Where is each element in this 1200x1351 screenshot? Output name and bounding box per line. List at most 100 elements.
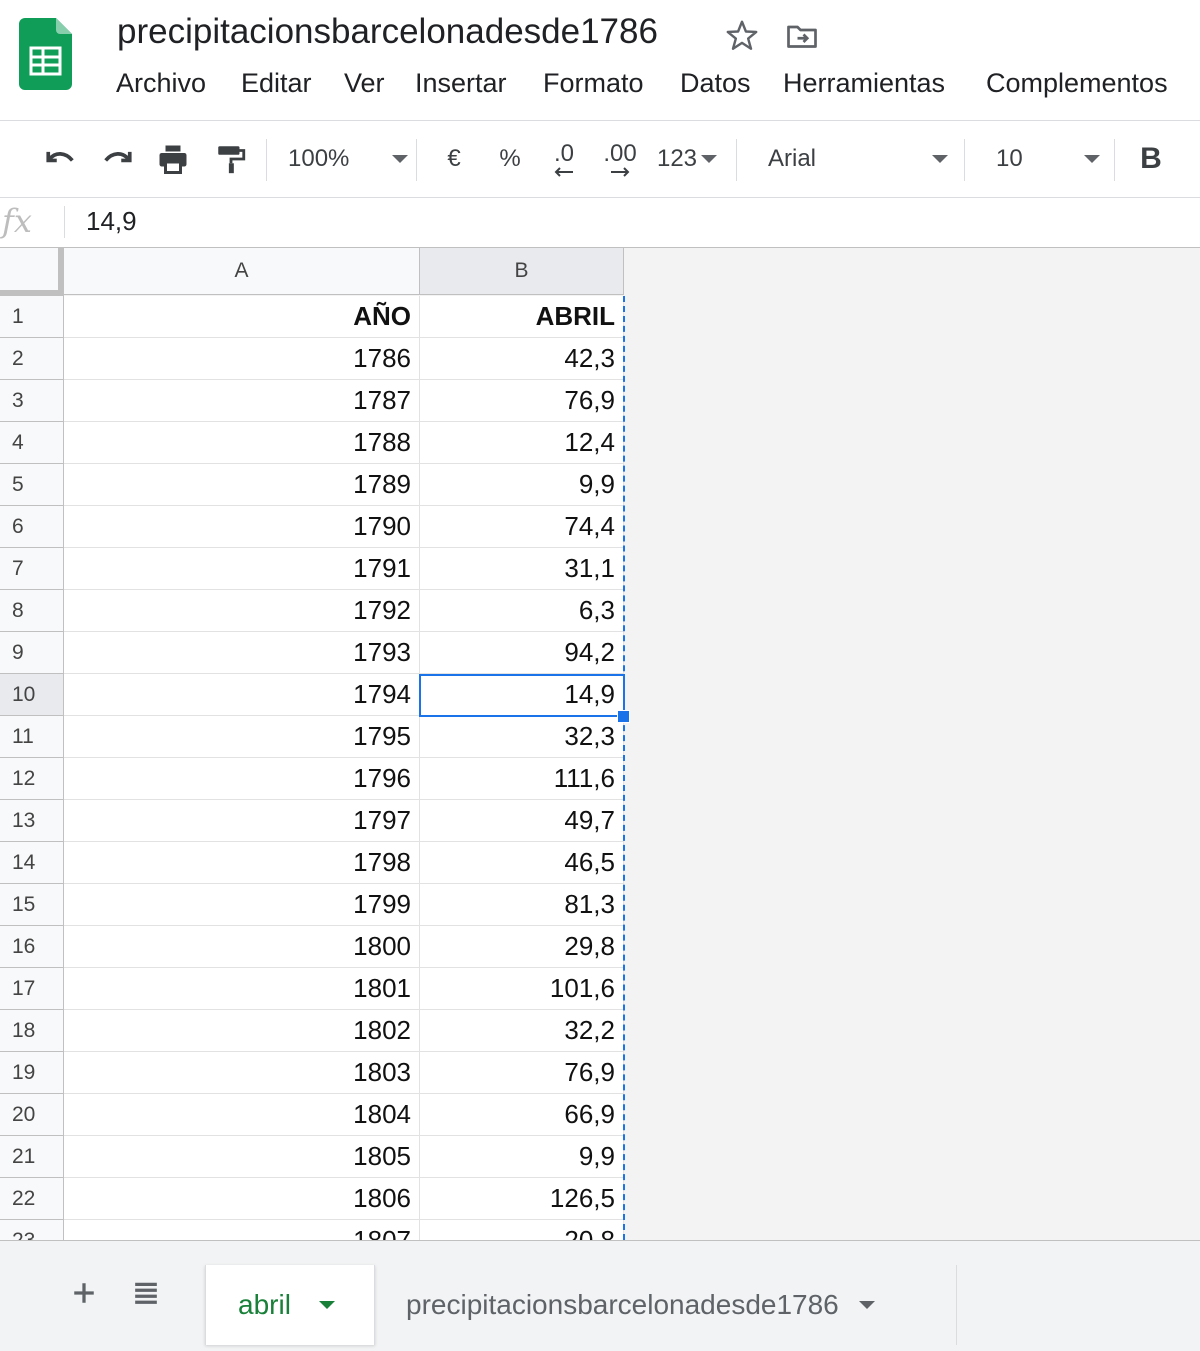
cell-year[interactable]: 1803 <box>64 1052 420 1094</box>
column-header-b[interactable]: B <box>420 248 624 295</box>
cell-april[interactable]: 9,9 <box>420 464 624 506</box>
undo-icon[interactable] <box>40 121 82 197</box>
sheet-tab-precipitacions[interactable]: precipitacionsbarcelonadesde1786 <box>374 1265 957 1345</box>
header-cell-april[interactable]: ABRIL <box>420 296 624 338</box>
chevron-down-icon[interactable] <box>858 1301 875 1309</box>
cell-year[interactable]: 1807 <box>64 1220 420 1240</box>
cell-april[interactable]: 29,8 <box>420 926 624 968</box>
font-size-select[interactable]: 10 <box>996 121 1100 197</box>
document-title[interactable]: precipitacionsbarcelonadesde1786 <box>117 12 658 52</box>
row-header[interactable]: 9 <box>0 632 64 674</box>
cell-year[interactable]: 1794 <box>64 674 420 716</box>
cell-april[interactable]: 20,8 <box>420 1220 624 1240</box>
cell-year[interactable]: 1800 <box>64 926 420 968</box>
formula-input[interactable]: 14,9 <box>86 206 137 237</box>
star-icon[interactable] <box>724 18 760 54</box>
cell-year[interactable]: 1805 <box>64 1136 420 1178</box>
percent-format-button[interactable]: % <box>492 121 528 197</box>
cell-april[interactable]: 66,9 <box>420 1094 624 1136</box>
row-header[interactable]: 20 <box>0 1094 64 1136</box>
cell-april[interactable]: 74,4 <box>420 506 624 548</box>
cell-year[interactable]: 1787 <box>64 380 420 422</box>
all-sheets-button[interactable] <box>116 1263 176 1323</box>
cell-year[interactable]: 1790 <box>64 506 420 548</box>
row-header[interactable]: 17 <box>0 968 64 1010</box>
row-header[interactable]: 7 <box>0 548 64 590</box>
row-header[interactable]: 1 <box>0 296 64 338</box>
menu-datos[interactable]: Datos <box>680 68 751 99</box>
row-header[interactable]: 12 <box>0 758 64 800</box>
cell-year[interactable]: 1793 <box>64 632 420 674</box>
bold-button[interactable]: B <box>1134 121 1168 197</box>
cell-april[interactable]: 6,3 <box>420 590 624 632</box>
menu-insertar[interactable]: Insertar <box>415 68 507 99</box>
row-header[interactable]: 11 <box>0 716 64 758</box>
menu-editar[interactable]: Editar <box>241 68 312 99</box>
row-header[interactable]: 10 <box>0 674 64 716</box>
menu-herramientas[interactable]: Herramientas <box>783 68 945 99</box>
cell-april[interactable]: 76,9 <box>420 1052 624 1094</box>
currency-format-button[interactable]: € <box>436 121 472 197</box>
row-header[interactable]: 21 <box>0 1136 64 1178</box>
header-cell-year[interactable]: AÑO <box>64 296 420 338</box>
row-header[interactable]: 3 <box>0 380 64 422</box>
cell-year[interactable]: 1796 <box>64 758 420 800</box>
cell-year[interactable]: 1804 <box>64 1094 420 1136</box>
cell-year[interactable]: 1786 <box>64 338 420 380</box>
cell-year[interactable]: 1802 <box>64 1010 420 1052</box>
cell-year[interactable]: 1791 <box>64 548 420 590</box>
cell-year[interactable]: 1799 <box>64 884 420 926</box>
select-all-corner[interactable] <box>0 248 64 296</box>
cell-april[interactable]: 32,3 <box>420 716 624 758</box>
row-header[interactable]: 13 <box>0 800 64 842</box>
row-header[interactable]: 2 <box>0 338 64 380</box>
more-formats-button[interactable]: 123 <box>654 121 720 197</box>
row-header[interactable]: 19 <box>0 1052 64 1094</box>
row-header[interactable]: 4 <box>0 422 64 464</box>
cell-april[interactable]: 49,7 <box>420 800 624 842</box>
row-header[interactable]: 5 <box>0 464 64 506</box>
row-header[interactable]: 22 <box>0 1178 64 1220</box>
column-header-a[interactable]: A <box>64 248 420 295</box>
menu-formato[interactable]: Formato <box>543 68 644 99</box>
row-header[interactable]: 8 <box>0 590 64 632</box>
row-header[interactable]: 23 <box>0 1220 64 1240</box>
cell-year[interactable]: 1798 <box>64 842 420 884</box>
cell-april[interactable]: 14,9 <box>420 674 624 716</box>
move-to-folder-icon[interactable] <box>784 18 820 54</box>
print-icon[interactable] <box>152 121 194 197</box>
zoom-select[interactable]: 100% <box>288 121 408 197</box>
redo-icon[interactable] <box>96 121 138 197</box>
chevron-down-icon[interactable] <box>318 1301 335 1309</box>
cell-april[interactable]: 9,9 <box>420 1136 624 1178</box>
menu-complementos[interactable]: Complementos <box>986 68 1168 99</box>
cell-april[interactable]: 111,6 <box>420 758 624 800</box>
cell-year[interactable]: 1792 <box>64 590 420 632</box>
cell-year[interactable]: 1789 <box>64 464 420 506</box>
menu-ver[interactable]: Ver <box>344 68 385 99</box>
sheet-tab-abril[interactable]: abril <box>205 1265 375 1345</box>
increase-decimals-button[interactable]: .00 <box>598 121 642 197</box>
row-header[interactable]: 14 <box>0 842 64 884</box>
cell-april[interactable]: 42,3 <box>420 338 624 380</box>
add-sheet-button[interactable] <box>54 1263 114 1323</box>
row-header[interactable]: 18 <box>0 1010 64 1052</box>
cell-april[interactable]: 101,6 <box>420 968 624 1010</box>
decrease-decimals-button[interactable]: .0 <box>542 121 586 197</box>
row-header[interactable]: 16 <box>0 926 64 968</box>
fill-handle[interactable] <box>617 710 630 723</box>
cell-april[interactable]: 32,2 <box>420 1010 624 1052</box>
row-header[interactable]: 6 <box>0 506 64 548</box>
cell-year[interactable]: 1806 <box>64 1178 420 1220</box>
paint-format-icon[interactable] <box>210 121 252 197</box>
cell-april[interactable]: 31,1 <box>420 548 624 590</box>
menu-archivo[interactable]: Archivo <box>116 68 206 99</box>
cell-april[interactable]: 76,9 <box>420 380 624 422</box>
sheets-logo-icon[interactable] <box>19 18 72 90</box>
font-family-select[interactable]: Arial <box>768 121 948 197</box>
cell-year[interactable]: 1795 <box>64 716 420 758</box>
cell-year[interactable]: 1788 <box>64 422 420 464</box>
cell-year[interactable]: 1801 <box>64 968 420 1010</box>
row-header[interactable]: 15 <box>0 884 64 926</box>
cell-year[interactable]: 1797 <box>64 800 420 842</box>
